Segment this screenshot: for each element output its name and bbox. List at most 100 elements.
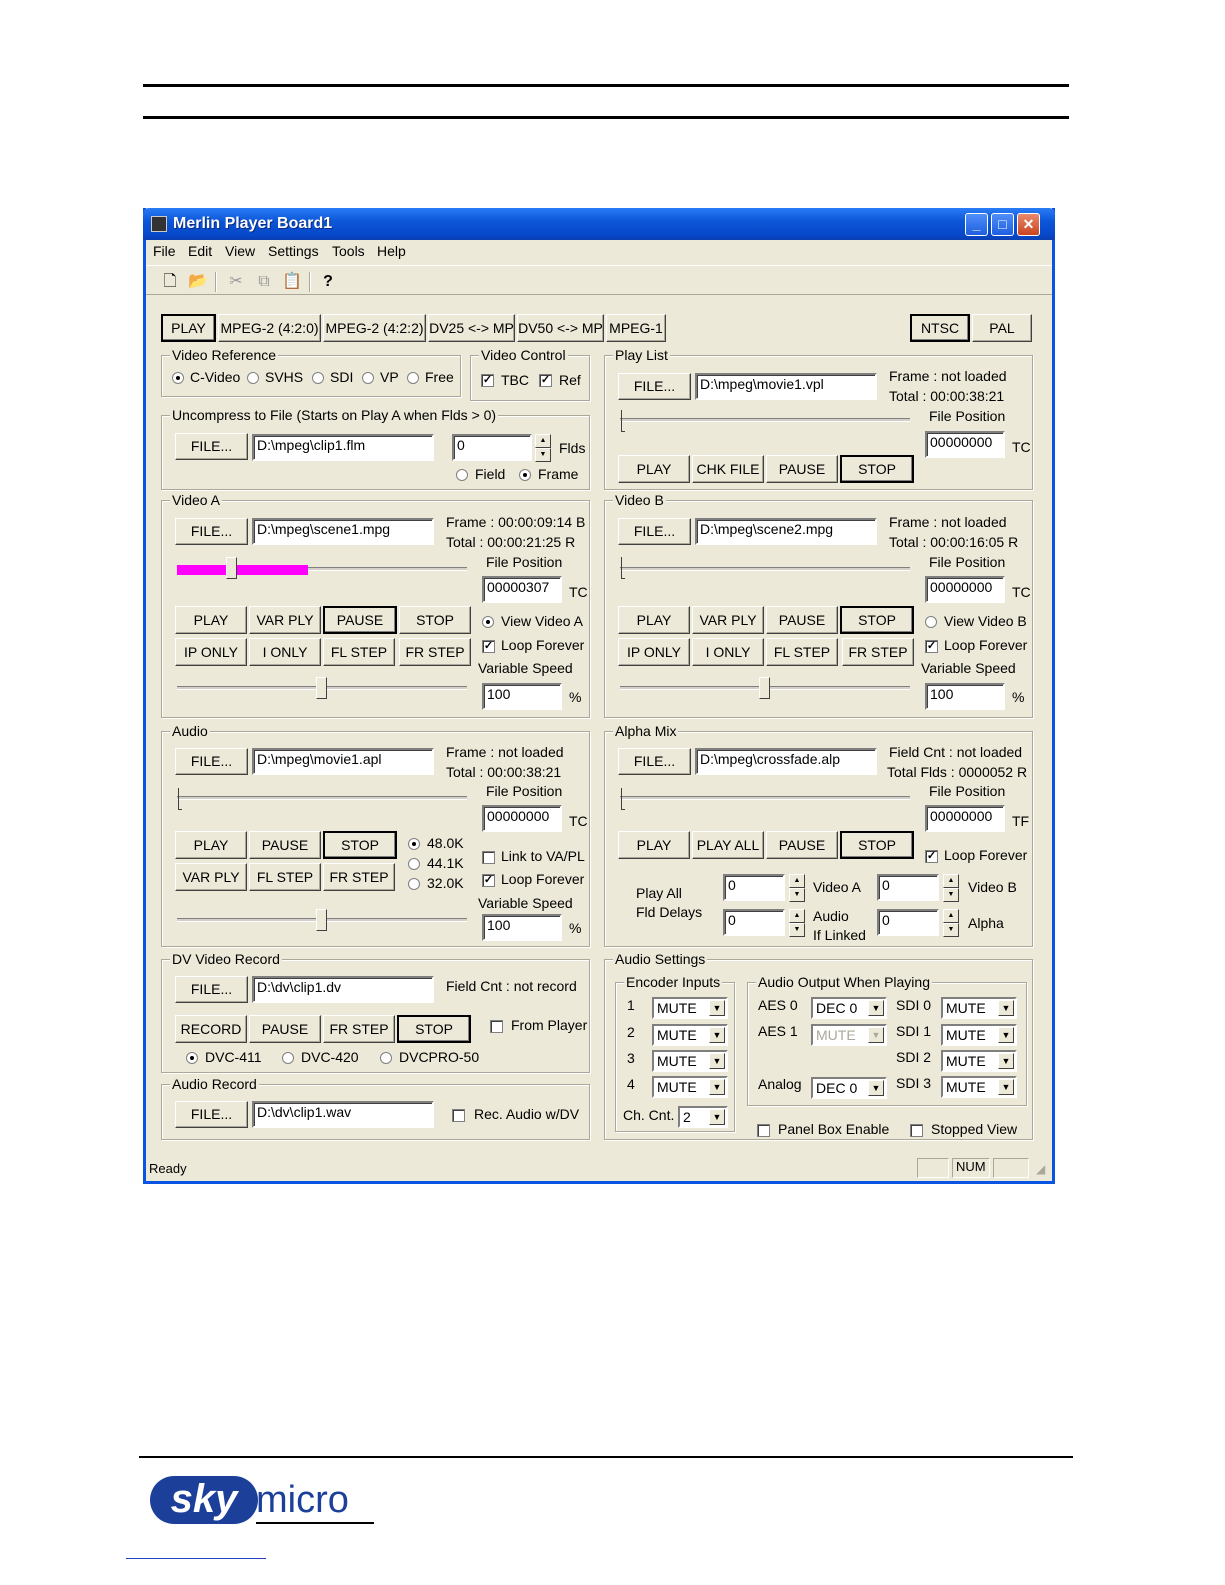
playlist-play-button[interactable]: PLAY: [618, 455, 690, 483]
audio-pause-button[interactable]: PAUSE: [249, 831, 321, 859]
maximize-button[interactable]: □: [991, 213, 1014, 236]
chevron-down-icon[interactable]: ▼: [868, 1080, 884, 1096]
radio-sdi[interactable]: [312, 372, 324, 384]
aes0-select[interactable]: DEC 0 ▼: [811, 997, 887, 1019]
audio-position-slider[interactable]: [177, 796, 467, 800]
audio-slider-thumb[interactable]: [178, 788, 182, 810]
alpha-path-field[interactable]: D:\mpeg\crossfade.alp: [695, 748, 877, 775]
help-icon[interactable]: ?: [316, 271, 340, 293]
mode-play-button[interactable]: PLAY: [161, 314, 216, 342]
audio-record-file-button[interactable]: FILE...: [175, 1101, 248, 1128]
menu-view[interactable]: View: [225, 243, 255, 259]
encoder-1-select[interactable]: MUTE ▼: [652, 997, 728, 1019]
chevron-down-icon[interactable]: ▼: [709, 1109, 725, 1125]
analog-select[interactable]: DEC 0 ▼: [811, 1077, 887, 1099]
audio-record-path-field[interactable]: D:\dv\clip1.wav: [252, 1101, 434, 1128]
video-b-play-button[interactable]: PLAY: [618, 606, 690, 634]
video-b-position-field[interactable]: 00000000: [925, 576, 1005, 603]
chevron-down-icon[interactable]: ▼: [709, 1053, 725, 1069]
dv-record-button[interactable]: RECORD: [175, 1015, 247, 1043]
video-a-varply-button[interactable]: VAR PLY: [249, 606, 321, 634]
new-file-icon[interactable]: 🗋: [158, 271, 182, 293]
radio-field[interactable]: [456, 469, 468, 481]
radio-view-video-b[interactable]: [925, 616, 937, 628]
delay-video-a-spinner[interactable]: ▲ ▼: [789, 874, 805, 902]
checkbox-video-a-loop[interactable]: ✓: [482, 640, 495, 653]
menu-file[interactable]: File: [153, 243, 176, 259]
menu-help[interactable]: Help: [377, 243, 406, 259]
mode-mpeg2-422-button[interactable]: MPEG-2 (4:2:2): [323, 314, 426, 342]
uncompress-file-button[interactable]: FILE...: [175, 433, 248, 460]
title-bar[interactable]: Merlin Player Board1 _ □ ✕: [143, 208, 1055, 240]
video-b-slider-thumb[interactable]: [621, 557, 625, 579]
playlist-slider-thumb[interactable]: [621, 410, 625, 432]
audio-speed-field[interactable]: 100: [482, 914, 562, 941]
chevron-down-icon[interactable]: ▼: [868, 1000, 884, 1016]
chevron-down-icon[interactable]: ▼: [998, 1053, 1014, 1069]
aes1-select[interactable]: MUTE ▼: [811, 1024, 887, 1046]
close-button[interactable]: ✕: [1017, 213, 1040, 236]
video-a-path-field[interactable]: D:\mpeg\scene1.mpg: [252, 518, 434, 545]
checkbox-from-player[interactable]: [490, 1020, 503, 1033]
video-b-position-slider[interactable]: [620, 567, 910, 571]
video-b-iponly-button[interactable]: IP ONLY: [618, 638, 690, 666]
playlist-pause-button[interactable]: PAUSE: [766, 455, 838, 483]
delay-video-b-spinner[interactable]: ▲ ▼: [943, 874, 959, 902]
alpha-stop-button[interactable]: STOP: [840, 831, 914, 859]
open-folder-icon[interactable]: 📂: [186, 271, 210, 293]
mode-dv50-button[interactable]: DV50 <-> MP: [517, 314, 604, 342]
checkbox-link-va-pl[interactable]: [482, 851, 495, 864]
audio-path-field[interactable]: D:\mpeg\movie1.apl: [252, 748, 434, 775]
menu-edit[interactable]: Edit: [188, 243, 212, 259]
uncompress-path-field[interactable]: D:\mpeg\clip1.flm: [252, 434, 434, 461]
delay-audio-field[interactable]: 0: [723, 909, 785, 936]
radio-dvc420[interactable]: [282, 1052, 294, 1064]
playlist-position-slider[interactable]: [620, 418, 910, 422]
radio-48k[interactable]: [408, 838, 420, 850]
audio-frstep-button[interactable]: FR STEP: [323, 863, 395, 891]
spin-down-icon[interactable]: ▼: [943, 923, 959, 937]
checkbox-audio-loop[interactable]: ✓: [482, 874, 495, 887]
spin-down-icon[interactable]: ▼: [789, 888, 805, 902]
video-a-slider-thumb[interactable]: [226, 557, 237, 579]
chevron-down-icon[interactable]: ▼: [709, 1000, 725, 1016]
delay-video-a-field[interactable]: 0: [723, 874, 785, 901]
video-a-speed-thumb[interactable]: [316, 677, 327, 699]
radio-vp[interactable]: [362, 372, 374, 384]
video-a-speed-field[interactable]: 100: [482, 683, 562, 710]
video-a-file-button[interactable]: FILE...: [175, 518, 248, 545]
dv-path-field[interactable]: D:\dv\clip1.dv: [252, 976, 434, 1003]
audio-speed-thumb[interactable]: [316, 909, 327, 931]
video-b-pause-button[interactable]: PAUSE: [766, 606, 838, 634]
chevron-down-icon[interactable]: ▼: [998, 1027, 1014, 1043]
dv-frstep-button[interactable]: FR STEP: [323, 1015, 395, 1043]
checkbox-rec-audio-dv[interactable]: [452, 1109, 465, 1122]
copy-icon[interactable]: ⧉: [252, 271, 276, 293]
mode-mpeg1-button[interactable]: MPEG-1: [606, 314, 666, 342]
video-b-speed-field[interactable]: 100: [925, 683, 1005, 710]
alpha-pause-button[interactable]: PAUSE: [766, 831, 838, 859]
checkbox-alpha-loop[interactable]: ✓: [925, 850, 938, 863]
video-b-flstep-button[interactable]: FL STEP: [766, 638, 838, 666]
alpha-position-slider[interactable]: [620, 796, 910, 800]
resize-grip-icon[interactable]: ◢: [1036, 1162, 1045, 1176]
mode-dv25-button[interactable]: DV25 <-> MP: [428, 314, 515, 342]
paste-icon[interactable]: 📋: [280, 271, 304, 293]
checkbox-stopped-view[interactable]: [910, 1124, 923, 1137]
menu-settings[interactable]: Settings: [268, 243, 319, 259]
ntsc-button[interactable]: NTSC: [910, 314, 970, 342]
spin-up-icon[interactable]: ▲: [535, 434, 551, 448]
sdi3-select[interactable]: MUTE ▼: [941, 1076, 1017, 1098]
audio-position-field[interactable]: 00000000: [482, 805, 562, 832]
alpha-file-button[interactable]: FILE...: [618, 748, 691, 775]
sdi0-select[interactable]: MUTE ▼: [941, 997, 1017, 1019]
video-a-flstep-button[interactable]: FL STEP: [323, 638, 395, 666]
sdi2-select[interactable]: MUTE ▼: [941, 1050, 1017, 1072]
playlist-position-field[interactable]: 00000000: [925, 431, 1005, 458]
ch-cnt-select[interactable]: 2 ▼: [678, 1106, 728, 1128]
mode-mpeg2-420-button[interactable]: MPEG-2 (4:2:0): [218, 314, 321, 342]
radio-view-video-a[interactable]: [482, 616, 494, 628]
spin-down-icon[interactable]: ▼: [943, 888, 959, 902]
radio-441k[interactable]: [408, 858, 420, 870]
flds-field[interactable]: 0: [452, 434, 532, 461]
